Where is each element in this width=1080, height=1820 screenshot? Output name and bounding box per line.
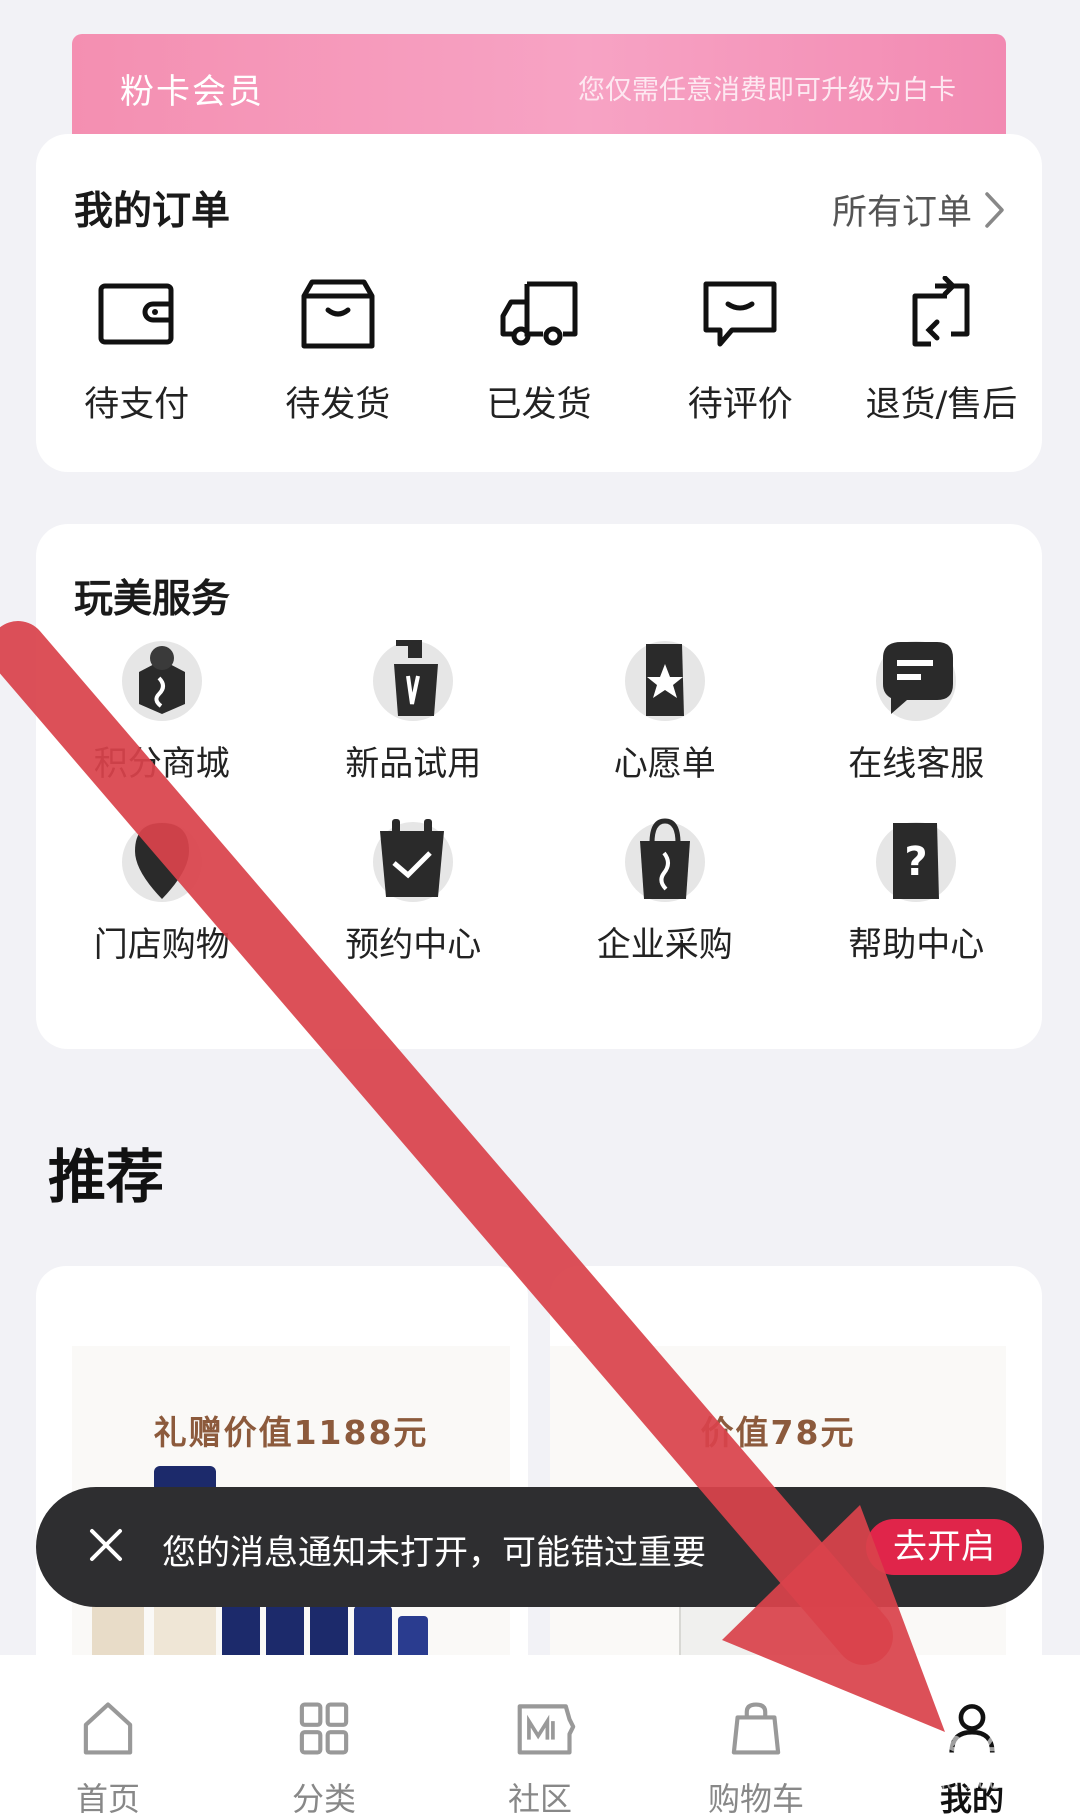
service-label: 门店购物 <box>93 925 230 965</box>
service-label: 心愿单 <box>613 744 716 784</box>
comment-icon <box>703 281 777 347</box>
recommend-title: 推荐 <box>48 1143 165 1211</box>
watermark-url: jingyan.baidu.com <box>836 1770 1021 1794</box>
chevron-right-icon <box>985 191 1004 228</box>
service-label: 预约中心 <box>345 925 482 965</box>
tab-label: 首页 <box>75 1780 140 1818</box>
order-status-row: 待支付 待发货 已发货 待评价 退货/售后 <box>36 276 1042 456</box>
notification-toast: 您的消息通知未打开，可能错过重要 去开启 <box>36 1487 1044 1607</box>
location-pin-icon <box>121 822 202 902</box>
order-label: 退货/售后 <box>865 385 1018 425</box>
box-icon <box>301 279 375 349</box>
tab-label: 分类 <box>291 1780 356 1818</box>
service-new-trial[interactable]: 新品试用 <box>288 634 540 785</box>
chat-bubble-icon <box>876 641 957 721</box>
wishlist-star-icon <box>624 641 705 721</box>
order-label: 待评价 <box>687 385 793 425</box>
service-label: 在线客服 <box>848 744 985 784</box>
all-orders-link[interactable]: 所有订单 <box>832 184 1006 235</box>
order-pending-review[interactable]: 待评价 <box>640 276 841 456</box>
tab-label: 社区 <box>507 1780 572 1818</box>
service-label: 新品试用 <box>345 744 482 784</box>
service-appointment-center[interactable]: 预约中心 <box>288 815 540 966</box>
service-store-shopping[interactable]: 门店购物 <box>36 815 288 966</box>
order-returns[interactable]: 退货/售后 <box>841 276 1042 456</box>
member-level-title: 粉卡会员 <box>120 72 264 112</box>
service-wishlist[interactable]: 心愿单 <box>539 634 791 785</box>
home-icon <box>83 1702 133 1755</box>
toast-message: 您的消息通知未打开，可能错过重要 <box>162 1533 706 1573</box>
category-grid-icon <box>299 1702 349 1755</box>
service-label: 积分商城 <box>93 744 230 784</box>
all-orders-label: 所有订单 <box>831 193 972 233</box>
services-title: 玩美服务 <box>74 577 231 622</box>
service-label: 帮助中心 <box>848 925 985 965</box>
points-mall-icon <box>121 641 202 721</box>
community-icon <box>517 1704 576 1755</box>
close-icon[interactable] <box>88 1527 124 1563</box>
order-shipped[interactable]: 已发货 <box>438 276 639 456</box>
return-icon <box>912 276 970 347</box>
shopping-bag-icon <box>624 818 705 902</box>
service-points-mall[interactable]: 积分商城 <box>36 634 288 785</box>
order-label: 已发货 <box>486 385 592 425</box>
service-label: 企业采购 <box>596 925 733 965</box>
tab-category[interactable]: 分类 <box>216 1655 432 1820</box>
product-card[interactable]: 价值78元 <box>550 1266 1042 1686</box>
services-card: 玩美服务 积分商城 新品试用 心愿单 在线客服 门店购物 预约中心 企业采购 ?… <box>36 524 1042 1049</box>
product-card[interactable]: 礼赠价值1188元 <box>36 1266 528 1686</box>
order-pending-shipment[interactable]: 待发货 <box>237 276 438 456</box>
member-upgrade-hint: 您仅需任意消费即可升级为白卡 <box>578 75 956 106</box>
product-promo-tag: 礼赠价值1188元 <box>153 1413 429 1452</box>
wallet-icon <box>98 283 174 345</box>
order-label: 待支付 <box>84 385 190 425</box>
service-help-center[interactable]: ? 帮助中心 <box>791 815 1043 966</box>
service-online-support[interactable]: 在线客服 <box>791 634 1043 785</box>
product-promo-tag: 价值78元 <box>700 1413 856 1452</box>
svg-text:?: ? <box>905 839 928 885</box>
cart-bag-icon <box>731 1702 781 1755</box>
enable-notifications-button[interactable]: 去开启 <box>866 1519 1022 1575</box>
calendar-check-icon <box>373 819 454 902</box>
tab-label: 购物车 <box>707 1780 804 1818</box>
order-label: 待发货 <box>285 385 391 425</box>
orders-title: 我的订单 <box>74 189 231 234</box>
order-pending-payment[interactable]: 待支付 <box>36 276 237 456</box>
services-grid: 积分商城 新品试用 心愿单 在线客服 门店购物 预约中心 企业采购 ? 帮助中心 <box>36 634 1042 966</box>
tab-community[interactable]: 社区 <box>432 1655 648 1820</box>
truck-icon <box>500 281 578 346</box>
service-enterprise-purchase[interactable]: 企业采购 <box>539 815 791 966</box>
pump-bottle-icon <box>373 640 454 721</box>
help-book-icon: ? <box>876 822 957 902</box>
tab-home[interactable]: 首页 <box>0 1655 216 1820</box>
orders-card: 我的订单 所有订单 待支付 待发货 已发货 待评价 退货/售后 <box>36 134 1042 472</box>
